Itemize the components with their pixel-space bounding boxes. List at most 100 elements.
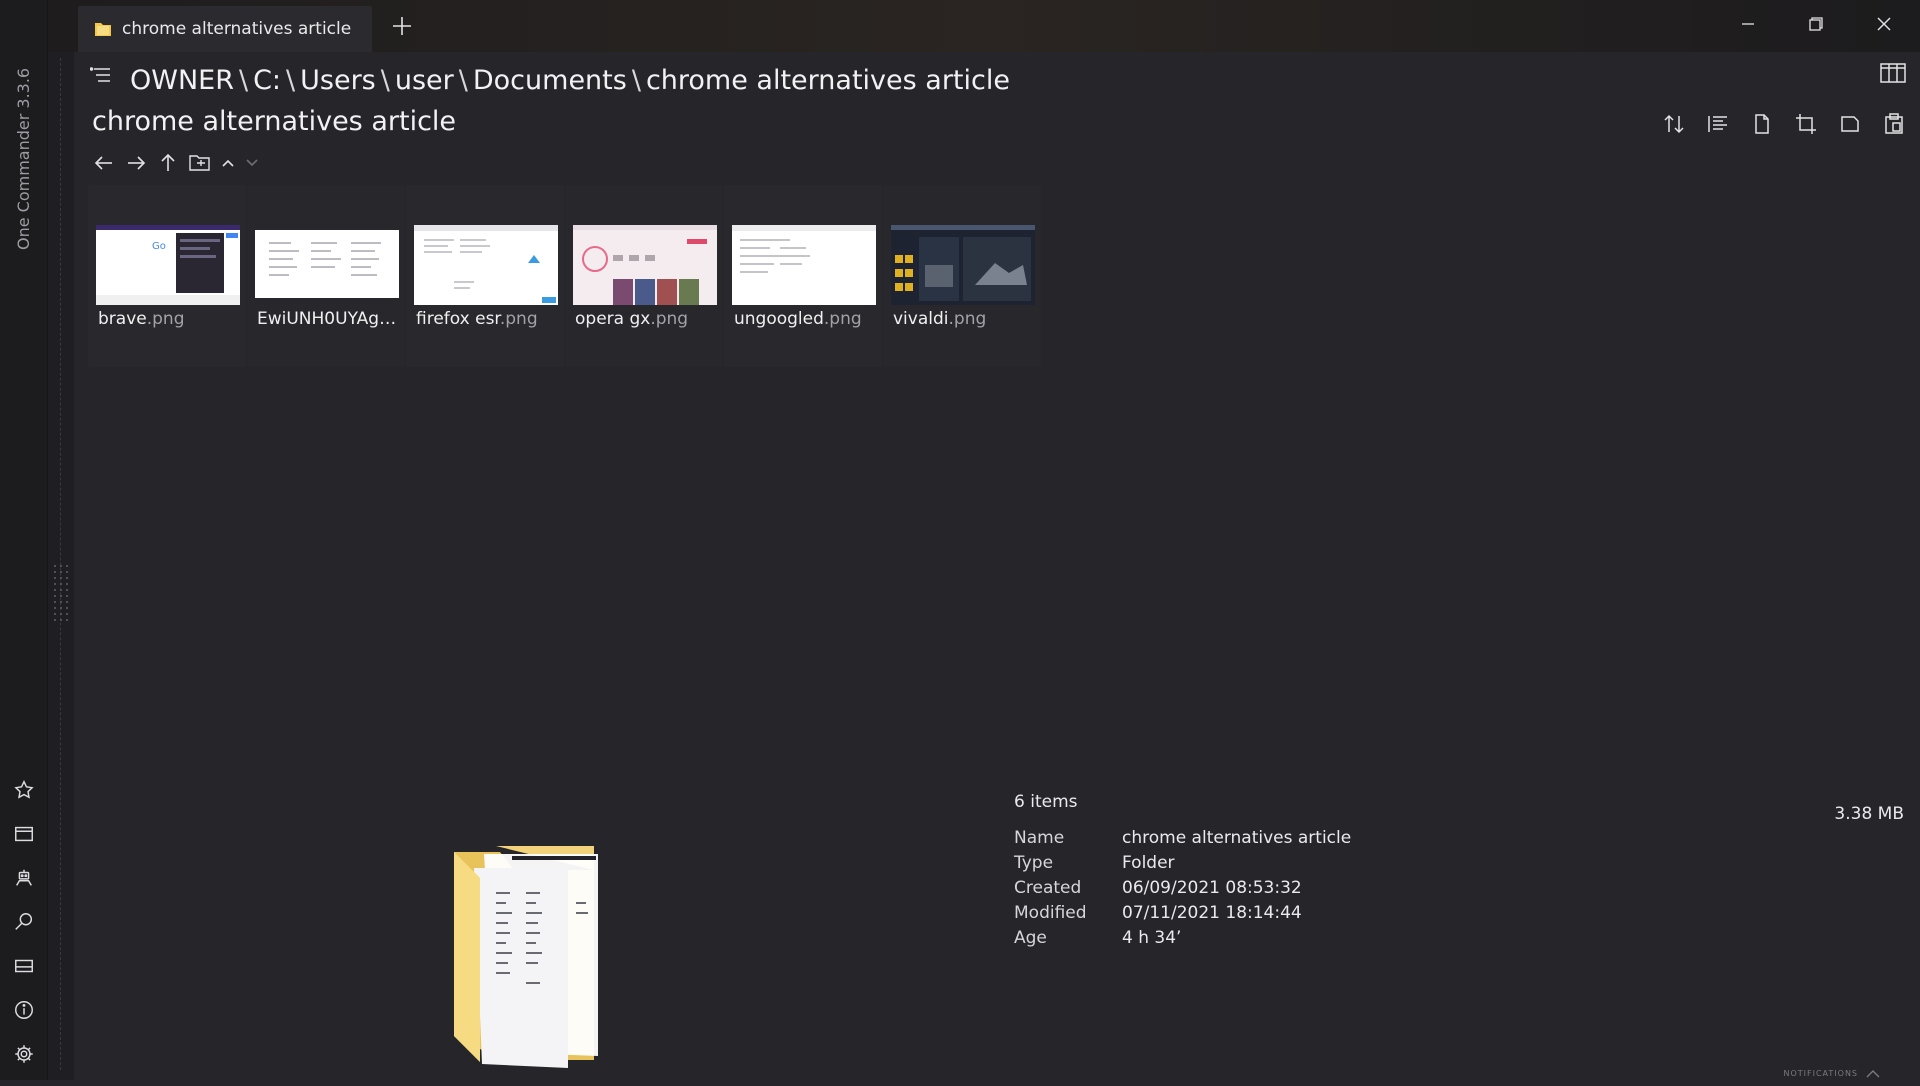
settings-button[interactable]	[4, 1034, 44, 1074]
minimize-button[interactable]	[1720, 4, 1776, 44]
prop-key-type: Type	[1014, 853, 1054, 873]
prop-value-age: 4 h 34’	[1122, 928, 1182, 948]
total-size: 3.38 MB	[1834, 804, 1904, 824]
prop-key-created: Created	[1014, 878, 1082, 898]
file-panel: OWNER \ C: \ Users \ user \ Documents \ …	[74, 52, 1920, 1080]
crumb-user[interactable]: user	[395, 65, 454, 96]
forward-button[interactable]	[122, 148, 150, 178]
file-item-vivaldi[interactable]: vivaldi.png	[883, 185, 1041, 367]
folder-browse-button[interactable]	[186, 148, 214, 178]
notifications-label: NOTIFICATIONS	[1783, 1069, 1858, 1078]
favorites-button[interactable]	[4, 770, 44, 810]
arrow-up-icon	[161, 153, 175, 171]
prop-key-modified: Modified	[1014, 903, 1087, 923]
crumb-separator: \	[238, 64, 249, 96]
file-grid: Go brave.png EwiUNH0UYAgL... firefox esr…	[88, 185, 1042, 367]
file-thumbnail: Go	[96, 225, 240, 305]
file-item-ungoogled[interactable]: ungoogled.png	[724, 185, 882, 367]
navigation-bar	[90, 148, 262, 178]
sort-button[interactable]	[1658, 108, 1690, 140]
file-item-ewiunh0uyagl[interactable]: EwiUNH0UYAgL...	[247, 185, 405, 367]
search-icon	[15, 913, 33, 930]
folder-preview	[444, 822, 624, 1086]
chevron-down-icon	[246, 159, 258, 167]
tab-label: chrome alternatives article	[122, 19, 352, 39]
restore-icon	[1809, 17, 1823, 31]
folder-open-icon	[189, 155, 210, 171]
chevron-up-icon	[1866, 1069, 1880, 1077]
file-thumbnail	[414, 225, 558, 305]
panel-icon	[15, 959, 33, 973]
svg-text:Go: Go	[152, 241, 166, 252]
prop-key-age: Age	[1014, 928, 1047, 948]
file-item-firefox-esr[interactable]: firefox esr.png	[406, 185, 564, 367]
items-count: 6 items	[1014, 792, 1078, 812]
folder-icon	[95, 23, 111, 36]
file-thumbnail	[732, 225, 876, 305]
breadcrumb: OWNER \ C: \ Users \ user \ Documents \ …	[130, 60, 1010, 100]
restore-button[interactable]	[1788, 4, 1844, 44]
new-file-button[interactable]	[1746, 108, 1778, 140]
tab-chrome-alternatives[interactable]: chrome alternatives article	[78, 6, 372, 52]
info-icon	[15, 1001, 33, 1019]
window-button[interactable]	[4, 814, 44, 854]
crumb-documents[interactable]: Documents	[473, 65, 627, 96]
pane-splitter[interactable]	[48, 48, 74, 1080]
columns-view-button[interactable]	[1880, 62, 1906, 88]
crumb-users[interactable]: Users	[300, 65, 376, 96]
plus-icon	[393, 17, 411, 35]
panel-menu-button[interactable]	[89, 66, 112, 88]
info-button[interactable]	[4, 990, 44, 1030]
file-thumbnail	[573, 225, 717, 305]
search-button[interactable]	[4, 902, 44, 942]
notifications-toggle[interactable]: NOTIFICATIONS	[1783, 1069, 1880, 1078]
back-button[interactable]	[90, 148, 118, 178]
file-thumbnail	[255, 230, 399, 298]
new-tab-button[interactable]	[380, 6, 424, 46]
paste-button[interactable]	[1878, 108, 1910, 140]
crop-icon	[1796, 114, 1816, 134]
file-name: opera gx.png	[575, 309, 689, 329]
crumb-separator: \	[631, 64, 641, 96]
clipboard-icon	[1885, 113, 1903, 134]
file-item-brave[interactable]: Go brave.png	[88, 185, 246, 367]
file-name: ungoogled.png	[734, 309, 862, 329]
crumb-separator: \	[380, 64, 390, 96]
crumb-owner[interactable]: OWNER	[130, 65, 234, 96]
sort-icon	[1664, 114, 1684, 134]
up-button[interactable]	[154, 148, 182, 178]
arrow-right-icon	[128, 156, 146, 170]
star-icon	[14, 780, 34, 799]
automation-button[interactable]	[4, 858, 44, 898]
file-thumbnail	[891, 225, 1035, 305]
chevron-up-icon	[222, 159, 234, 167]
history-down-button[interactable]	[242, 148, 262, 178]
new-file-icon	[1755, 114, 1769, 134]
columns-icon	[1880, 63, 1906, 83]
history-up-button[interactable]	[218, 148, 238, 178]
title-bar: chrome alternatives article	[48, 0, 1920, 52]
file-name: brave.png	[98, 309, 185, 329]
panel-toolbar	[1658, 108, 1910, 140]
robot-icon	[16, 869, 32, 886]
window-icon	[15, 826, 33, 842]
folder-preview-icon	[454, 846, 598, 1068]
crop-button[interactable]	[1790, 108, 1822, 140]
splitter-grip[interactable]	[52, 563, 70, 623]
app-rail: One Commander 3.3.6	[0, 0, 48, 1080]
crumb-drive[interactable]: C:	[253, 65, 281, 96]
prop-key-name: Name	[1014, 828, 1065, 848]
details-view-button[interactable]	[1702, 108, 1734, 140]
tablet-icon	[1841, 116, 1859, 132]
arrow-left-icon	[94, 156, 112, 170]
tablet-button[interactable]	[1834, 108, 1866, 140]
close-icon	[1877, 17, 1891, 31]
crumb-separator: \	[458, 64, 468, 96]
file-name: vivaldi.png	[893, 309, 987, 329]
file-item-opera-gx[interactable]: opera gx.png	[565, 185, 723, 367]
close-button[interactable]	[1856, 4, 1912, 44]
rail-tools	[4, 770, 44, 1078]
crumb-separator: \	[286, 64, 296, 96]
panel-button[interactable]	[4, 946, 44, 986]
crumb-current[interactable]: chrome alternatives article	[646, 65, 1010, 96]
